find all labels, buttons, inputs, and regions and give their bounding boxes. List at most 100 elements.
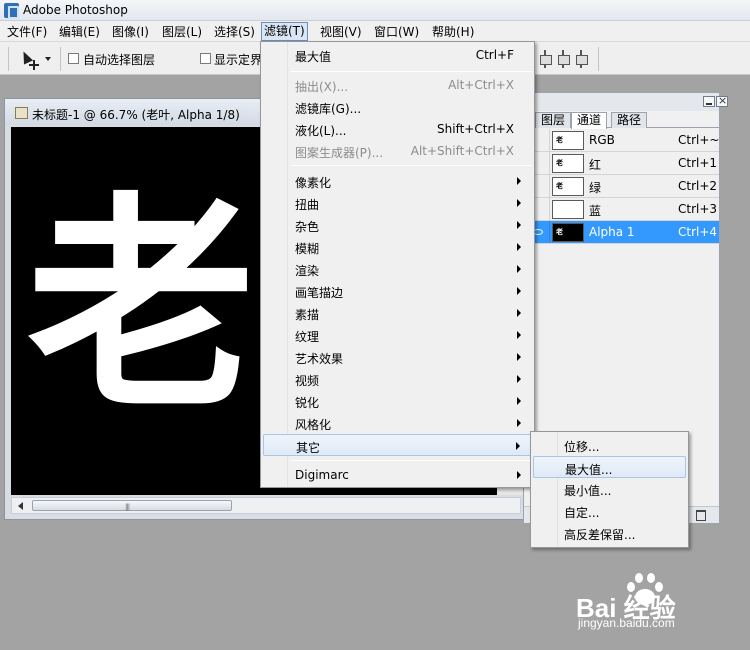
tab-paths[interactable]: 路径 — [611, 112, 648, 128]
channel-shortcut: Ctrl+1 — [678, 156, 718, 170]
filter-menu-item-sharpen[interactable]: 锐化 — [263, 390, 532, 412]
filter-menu-item-digimarc[interactable]: Digimarc — [263, 464, 532, 486]
submenu-arrow-icon — [517, 419, 521, 427]
channel-thumbnail: 老 — [552, 223, 584, 242]
move-tool-icon[interactable] — [18, 49, 39, 70]
submenu-arrow-icon — [517, 177, 521, 185]
auto-select-layer-label: 自动选择图层 — [83, 53, 156, 67]
tab-layers[interactable]: 图层 — [535, 112, 572, 128]
options-separator — [598, 47, 599, 71]
menu-image[interactable]: 图像(I) — [111, 23, 150, 41]
align-center-icon[interactable] — [556, 50, 570, 68]
filter-menu-item-pattern-maker: 图案生成器(P)... Alt+Shift+Ctrl+X — [295, 144, 514, 160]
scroll-grip: ||| — [125, 503, 130, 511]
other-submenu: 位移... 最大值... 最小值... 自定... 高反差保留... — [530, 431, 689, 548]
scroll-thumb[interactable]: ||| — [32, 500, 232, 511]
channel-thumbnail: 老 — [552, 131, 584, 150]
horizontal-scrollbar[interactable]: ||| — [11, 497, 521, 514]
channel-row-alpha-1[interactable]: 老 Alpha 1 Ctrl+4 — [524, 221, 719, 244]
filter-menu-item-video[interactable]: 视频 — [263, 368, 532, 390]
submenu-arrow-icon — [517, 353, 521, 361]
tab-channels[interactable]: 通道 — [571, 112, 608, 129]
menu-bar: 文件(F) 编辑(E) 图像(I) 图层(L) 选择(S) 滤镜(T) 视图(V… — [0, 21, 750, 42]
filter-menu-item-brush-strokes[interactable]: 画笔描边 — [263, 280, 532, 302]
filter-menu-item-pixelate[interactable]: 像素化 — [263, 170, 532, 192]
show-transform-label: 显示定界 — [214, 53, 263, 67]
app-title: Adobe Photoshop — [23, 3, 128, 17]
channel-name: 蓝 — [589, 204, 602, 218]
photoshop-app-icon — [4, 3, 19, 19]
canvas-character: 老 — [27, 173, 255, 439]
channel-row-green[interactable]: 老 绿 Ctrl+2 — [524, 175, 719, 198]
options-separator — [60, 47, 61, 71]
submenu-arrow-icon — [517, 221, 521, 229]
filter-menu-item-distort[interactable]: 扭曲 — [263, 192, 532, 214]
menu-select[interactable]: 选择(S) — [213, 23, 256, 41]
channel-shortcut: Ctrl+3 — [678, 202, 718, 216]
panel-tabs: 图层 通道 路径 — [524, 111, 719, 129]
filter-menu-item-liquify[interactable]: 液化(L)... Shift+Ctrl+X — [263, 118, 532, 140]
filter-menu-item-noise[interactable]: 杂色 — [263, 214, 532, 236]
channel-name: RGB — [589, 133, 615, 147]
submenu-arrow-icon — [517, 331, 521, 339]
document-icon — [15, 107, 28, 119]
filter-menu-item-sketch[interactable]: 素描 — [263, 302, 532, 324]
menu-separator — [291, 460, 532, 461]
menu-edit[interactable]: 编辑(E) — [58, 23, 101, 41]
align-right-icon[interactable] — [574, 50, 588, 68]
channel-shortcut: Ctrl+~ — [678, 133, 720, 147]
channel-name: 红 — [589, 158, 602, 172]
auto-select-layer-checkbox[interactable] — [68, 53, 79, 64]
trash-icon[interactable] — [696, 510, 706, 521]
channel-thumbnail: 老 — [552, 177, 584, 196]
filter-menu-item-blur[interactable]: 模糊 — [263, 236, 532, 258]
menu-window[interactable]: 窗口(W) — [373, 23, 420, 41]
submenu-arrow-icon — [517, 309, 521, 317]
submenu-arrow-icon — [517, 287, 521, 295]
submenu-item-custom[interactable]: 自定... — [533, 500, 686, 522]
submenu-arrow-icon — [516, 442, 520, 450]
submenu-item-high-pass[interactable]: 高反差保留... — [533, 522, 686, 544]
submenu-arrow-icon — [517, 265, 521, 273]
submenu-item-maximum[interactable]: 最大值... — [533, 456, 686, 478]
document-title: 未标题-1 @ 66.7% (老叶, Alpha 1/8) — [32, 108, 240, 122]
submenu-item-minimum[interactable]: 最小值... — [533, 478, 686, 500]
menu-separator — [291, 165, 532, 166]
submenu-item-offset[interactable]: 位移... — [533, 434, 686, 456]
menu-filter[interactable]: 滤镜(T) — [261, 22, 308, 41]
filter-menu-item-stylize[interactable]: 风格化 — [263, 412, 532, 434]
submenu-arrow-icon — [517, 199, 521, 207]
submenu-arrow-icon — [517, 471, 521, 479]
panel-close-icon[interactable] — [716, 94, 728, 107]
menu-view[interactable]: 视图(V) — [319, 23, 363, 41]
show-transform-checkbox[interactable] — [200, 53, 211, 64]
channel-thumbnail: 老 — [552, 154, 584, 173]
channel-row-red[interactable]: 老 红 Ctrl+1 — [524, 152, 719, 175]
menu-file[interactable]: 文件(F) — [6, 23, 48, 41]
panel-header — [524, 93, 728, 111]
submenu-arrow-icon — [517, 243, 521, 251]
filter-menu-item-other[interactable]: 其它 — [263, 434, 532, 456]
channel-row-rgb[interactable]: 老 RGB Ctrl+~ — [524, 129, 719, 152]
channel-shortcut: Ctrl+2 — [678, 179, 718, 193]
scroll-left-icon[interactable] — [18, 502, 23, 510]
baidu-jingyan-watermark: Bai 经验 jingyan.baidu.com — [576, 570, 736, 632]
filter-menu-item-render[interactable]: 渲染 — [263, 258, 532, 280]
title-bar: Adobe Photoshop — [0, 0, 750, 21]
filter-menu-item-last-filter[interactable]: 最大值 Ctrl+F — [263, 44, 532, 66]
filter-menu-item-filter-gallery[interactable]: 滤镜库(G)... — [263, 96, 532, 118]
align-left-icon[interactable] — [538, 50, 552, 68]
menu-layer[interactable]: 图层(L) — [161, 23, 203, 41]
panel-minimize-icon[interactable] — [703, 96, 715, 107]
filter-menu-item-texture[interactable]: 纹理 — [263, 324, 532, 346]
menu-help[interactable]: 帮助(H) — [431, 23, 475, 41]
channel-shortcut: Ctrl+4 — [678, 225, 718, 239]
submenu-arrow-icon — [517, 397, 521, 405]
watermark-url: jingyan.baidu.com — [578, 616, 675, 630]
filter-menu-item-extract: 抽出(X)... Alt+Ctrl+X — [295, 78, 514, 94]
options-grip — [8, 47, 9, 71]
filter-menu-item-artistic[interactable]: 艺术效果 — [263, 346, 532, 368]
channel-row-blue[interactable]: 蓝 Ctrl+3 — [524, 198, 719, 221]
tool-preset-dropdown-icon[interactable] — [45, 57, 51, 61]
submenu-arrow-icon — [517, 375, 521, 383]
